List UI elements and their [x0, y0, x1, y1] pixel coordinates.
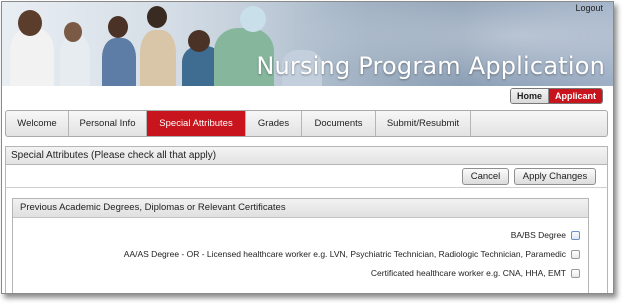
ba-bs-degree-checkbox[interactable]	[571, 230, 580, 240]
apply-changes-button[interactable]: Apply Changes	[514, 168, 596, 185]
option-row: Certificated healthcare worker e.g. CNA,…	[371, 266, 580, 280]
option-label: AA/AS Degree - OR - Licensed healthcare …	[123, 249, 566, 259]
tab-welcome[interactable]: Welcome	[6, 111, 69, 136]
applicant-role-button[interactable]: Applicant	[548, 89, 602, 103]
aa-as-degree-checkbox[interactable]	[571, 249, 580, 259]
tab-personal-info[interactable]: Personal Info	[69, 111, 147, 136]
degrees-panel: Previous Academic Degrees, Diplomas or R…	[12, 198, 589, 293]
section-title: Special Attributes (Please check all tha…	[5, 146, 608, 165]
logout-link[interactable]: Logout	[575, 3, 603, 13]
certificated-worker-checkbox[interactable]	[571, 268, 580, 278]
tab-documents[interactable]: Documents	[302, 111, 376, 136]
option-row: AA/AS Degree - OR - Licensed healthcare …	[124, 247, 580, 261]
cancel-button[interactable]: Cancel	[462, 168, 509, 185]
tab-special-attributes[interactable]: Special Attributes	[147, 111, 246, 136]
option-row: BA/BS Degree	[511, 228, 580, 242]
tab-submit-resubmit[interactable]: Submit/Resubmit	[376, 111, 471, 136]
tab-grades[interactable]: Grades	[246, 111, 302, 136]
home-role-button[interactable]: Home	[510, 89, 549, 103]
app-title: Nursing Program Application	[256, 52, 605, 80]
option-label: BA/BS Degree	[510, 230, 566, 240]
action-bar: Cancel Apply Changes	[5, 165, 608, 188]
tab-nav: Welcome Personal Info Special Attributes…	[5, 110, 608, 137]
header-banner: Nursing Program Application	[2, 2, 613, 86]
option-label: Certificated healthcare worker e.g. CNA,…	[370, 268, 566, 278]
role-switcher: Home Applicant	[509, 88, 603, 104]
application-window: Nursing Program Application Logout Home …	[1, 1, 614, 294]
panel-title: Previous Academic Degrees, Diplomas or R…	[13, 199, 588, 218]
